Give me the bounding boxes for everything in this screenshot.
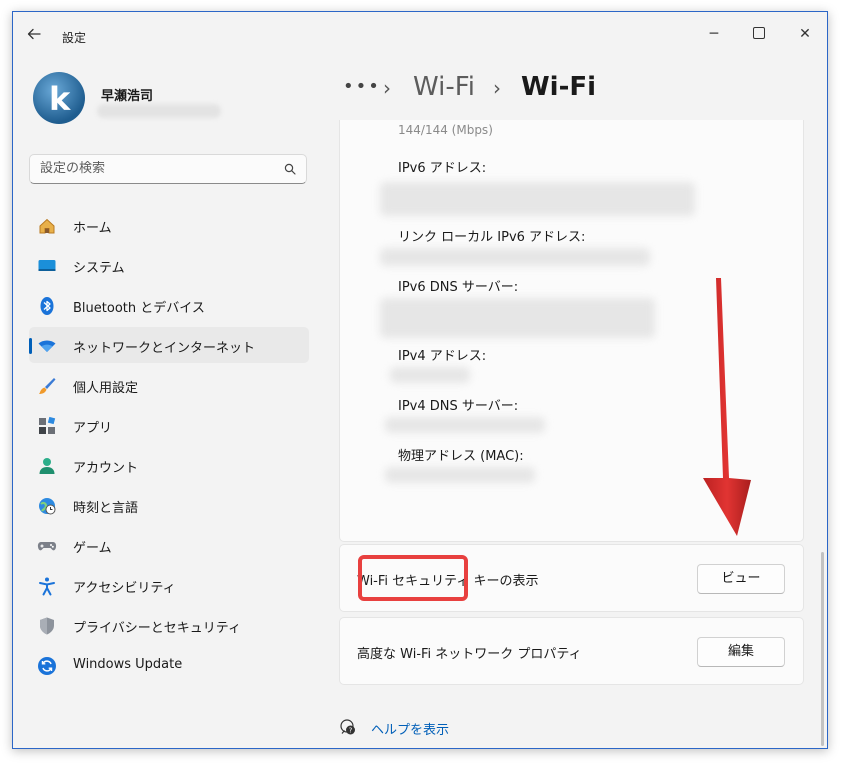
search-icon — [284, 163, 296, 175]
chevron-right-icon: › — [383, 76, 391, 100]
help-icon: ? — [340, 719, 355, 735]
chevron-right-icon: › — [493, 76, 501, 100]
ipv4-address-label: IPv4 アドレス: — [398, 349, 487, 364]
ipv6-address-label: IPv6 アドレス: — [398, 161, 487, 176]
sidebar-item-label: 個人用設定 — [73, 381, 139, 396]
edit-advanced-properties-button[interactable]: 編集 — [697, 637, 785, 667]
close-button[interactable]: ✕ — [793, 22, 817, 46]
sidebar-item-label: プライバシーとセキュリティ — [73, 621, 241, 636]
breadcrumb-overflow-button[interactable]: ••• — [343, 76, 381, 97]
highlight-frame — [358, 555, 468, 601]
apps-icon — [39, 416, 56, 434]
view-security-key-button[interactable]: ビュー — [697, 564, 785, 594]
breadcrumb-item-wifi[interactable]: Wi-Fi — [413, 72, 475, 102]
wifi-icon — [38, 340, 56, 352]
app-title: 設定 — [62, 31, 87, 45]
user-email-redacted — [97, 104, 221, 118]
sidebar-item-label: Bluetooth とデバイス — [73, 301, 205, 316]
sidebar-item-bluetooth[interactable]: Bluetooth とデバイス — [29, 287, 309, 323]
ipv4-dns-redacted — [385, 417, 545, 433]
sidebar-item-label: アカウント — [73, 461, 139, 476]
maximize-icon — [753, 26, 765, 39]
update-icon — [38, 657, 56, 675]
ipv4-dns-label: IPv4 DNS サーバー: — [398, 399, 519, 414]
sidebar-nav: ホーム システム Bluetooth とデバイス ネットワークとインターネット — [29, 207, 309, 687]
ipv6-address-redacted — [380, 182, 695, 216]
accessibility-icon — [39, 577, 55, 596]
scrollbar[interactable] — [821, 552, 824, 746]
shield-icon — [40, 617, 54, 635]
page-title: Wi-Fi — [521, 72, 597, 102]
sidebar-item-network[interactable]: ネットワークとインターネット — [29, 327, 309, 363]
search-box[interactable] — [29, 154, 307, 184]
red-arrow-annotation — [703, 278, 751, 536]
sidebar-item-personalization[interactable]: 個人用設定 — [29, 367, 309, 403]
home-icon — [39, 218, 55, 234]
sidebar-item-privacy[interactable]: プライバシーとセキュリティ — [29, 607, 309, 643]
sidebar-item-label: ゲーム — [73, 541, 112, 556]
sidebar-item-accessibility[interactable]: アクセシビリティ — [29, 567, 309, 603]
sidebar-item-label: 時刻と言語 — [73, 501, 139, 516]
sidebar-item-windows-update[interactable]: Windows Update — [29, 647, 309, 683]
sidebar-item-label: ネットワークとインターネット — [73, 341, 256, 356]
settings-window: 設定 ─ ✕ k 早瀬浩司 ホーム システム — [12, 11, 828, 749]
link-local-ipv6-redacted — [380, 248, 650, 266]
back-button[interactable] — [27, 26, 41, 45]
search-input[interactable] — [40, 161, 270, 176]
sidebar-item-time-language[interactable]: 時刻と言語 — [29, 487, 309, 523]
sidebar-item-accounts[interactable]: アカウント — [29, 447, 309, 483]
bluetooth-icon — [40, 297, 54, 315]
account-icon — [39, 458, 55, 474]
sidebar-item-label: ホーム — [73, 221, 112, 236]
sidebar-item-label: アプリ — [73, 421, 113, 436]
sidebar-item-home[interactable]: ホーム — [29, 207, 309, 243]
ipv6-dns-redacted — [380, 298, 655, 338]
avatar-letter: k — [49, 80, 71, 118]
sidebar-item-label: アクセシビリティ — [73, 581, 176, 596]
minimize-button[interactable]: ─ — [702, 22, 726, 46]
ipv6-dns-label: IPv6 DNS サーバー: — [398, 280, 519, 295]
ipv4-address-redacted — [390, 367, 470, 383]
brush-icon — [39, 378, 56, 394]
back-arrow-icon — [27, 28, 41, 40]
link-speed-value: 144/144 (Mbps) — [398, 123, 493, 137]
sidebar-item-apps[interactable]: アプリ — [29, 407, 309, 443]
advanced-properties-label: 高度な Wi-Fi ネットワーク プロパティ — [357, 647, 582, 662]
sidebar-item-label: Windows Update — [73, 657, 183, 672]
link-local-ipv6-label: リンク ローカル IPv6 アドレス: — [398, 230, 586, 245]
gamepad-icon — [37, 542, 57, 551]
system-icon — [38, 260, 56, 271]
sidebar-item-label: システム — [73, 261, 125, 276]
title-bar: 設定 ─ ✕ — [13, 12, 827, 58]
avatar[interactable]: k — [33, 72, 85, 124]
sidebar-item-system[interactable]: システム — [29, 247, 309, 283]
mac-address-label: 物理アドレス (MAC): — [398, 449, 524, 464]
time-language-icon — [39, 498, 56, 515]
maximize-button[interactable] — [747, 22, 771, 46]
sidebar-item-gaming[interactable]: ゲーム — [29, 527, 309, 563]
user-name: 早瀬浩司 — [101, 89, 154, 104]
svg-text:?: ? — [349, 727, 353, 735]
mac-address-redacted — [385, 467, 535, 483]
advanced-properties-row: 高度な Wi-Fi ネットワーク プロパティ 編集 — [339, 617, 804, 685]
help-link[interactable]: ヘルプを表示 — [371, 719, 449, 738]
